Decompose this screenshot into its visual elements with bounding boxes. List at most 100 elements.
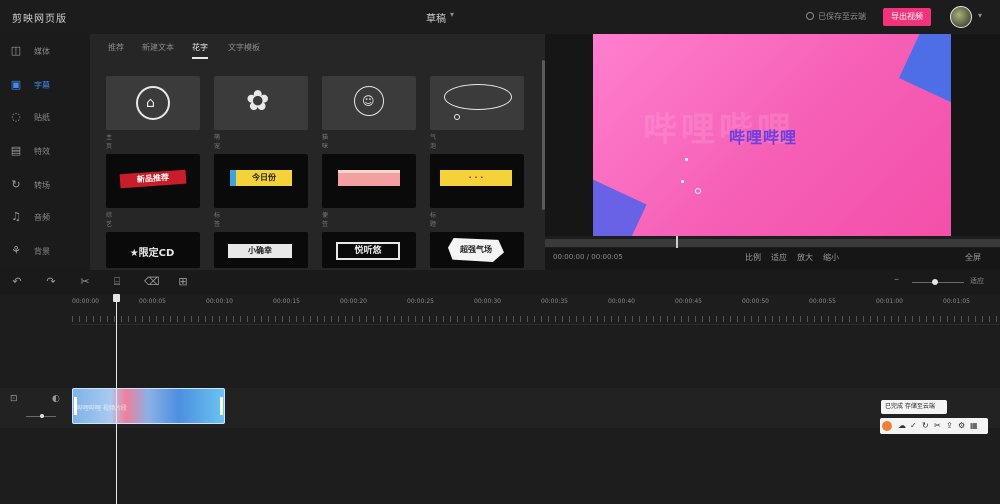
material-card[interactable]: ★限定CD bbox=[106, 232, 200, 268]
card-art-text: 小确幸 bbox=[228, 244, 292, 258]
tab-fancy-text[interactable]: 花字 bbox=[192, 42, 208, 53]
cloud-icon[interactable]: ☁ bbox=[898, 420, 906, 432]
zoom-slider[interactable] bbox=[912, 282, 964, 283]
background-icon: ⚘ bbox=[11, 244, 21, 257]
sidebar-item-effect[interactable]: ▤ 特效 bbox=[0, 136, 90, 166]
grid-icon[interactable]: ▦ bbox=[970, 420, 978, 432]
card-label: 萌宠 bbox=[214, 134, 221, 150]
material-card[interactable]: 悦听悠 bbox=[322, 232, 416, 268]
avatar[interactable] bbox=[950, 6, 972, 28]
tab-new-text[interactable]: 新建文本 bbox=[142, 42, 174, 53]
freeze-icon[interactable]: ⌸ bbox=[110, 275, 124, 289]
canvas-shape-top-right bbox=[899, 34, 951, 104]
scissors-icon[interactable]: ✂ bbox=[934, 420, 941, 432]
check-icon[interactable]: ✓ bbox=[910, 420, 917, 432]
preview-controls: 00:00:00 / 00:00:05 比例 适应 放大 缩小 全屏 bbox=[545, 248, 1000, 270]
sidebar-item-transition[interactable]: ↻ 转场 bbox=[0, 170, 90, 200]
bubble-dot bbox=[454, 114, 460, 120]
material-card[interactable]: ⌂ bbox=[106, 76, 200, 130]
progress-handle[interactable] bbox=[676, 236, 679, 248]
canvas-shape-bottom-left bbox=[593, 174, 647, 236]
card-label: 综艺 bbox=[106, 212, 113, 228]
app-logo-icon bbox=[882, 421, 892, 431]
material-card[interactable]: ☺ bbox=[322, 76, 416, 130]
zoom-in-button[interactable]: 放大 bbox=[797, 252, 813, 263]
undo-icon[interactable]: ↶ bbox=[10, 275, 24, 289]
settings-icon[interactable]: ⚙ bbox=[958, 420, 965, 432]
delete-icon[interactable]: ⌫ bbox=[144, 275, 160, 289]
paw-icon: ✿ bbox=[246, 84, 270, 117]
tooltip: 已完成 存储至云端 bbox=[881, 400, 947, 414]
canvas-title-text[interactable]: 哔哩哔哩 bbox=[729, 124, 797, 148]
canvas-ring bbox=[695, 188, 701, 194]
ruler-tick-label: 00:00:20 bbox=[340, 298, 367, 305]
material-card[interactable]: 新品推荐 bbox=[106, 154, 200, 208]
floating-toolbar: ☁ ✓ ↻ ✂ ⇪ ⚙ ▦ bbox=[880, 418, 988, 434]
ruler-tick-label: 00:00:50 bbox=[742, 298, 769, 305]
share-icon[interactable]: ⇪ bbox=[946, 420, 953, 432]
zoom-out-icon[interactable]: – bbox=[894, 274, 899, 285]
split-icon[interactable]: ✂ bbox=[78, 275, 92, 289]
sidebar-item-label: 音频 bbox=[34, 213, 50, 222]
cloud-icon bbox=[806, 12, 814, 20]
tab-text-template[interactable]: 文字模板 bbox=[228, 42, 260, 53]
tab-recommend[interactable]: 推荐 bbox=[108, 42, 124, 53]
material-card[interactable]: 小确幸 bbox=[214, 232, 308, 268]
sidebar: ◫ 媒体 ▣ 字幕 ◌ 贴纸 ▤ 特效 ↻ 转场 ♫ 音频 ⚘ 背景 bbox=[0, 34, 90, 270]
track-volume-knob[interactable] bbox=[40, 414, 44, 418]
chevron-down-icon[interactable]: ▾ bbox=[450, 10, 454, 19]
fit-button[interactable]: 适应 bbox=[771, 252, 787, 263]
zoom-fit-button[interactable]: 适应 bbox=[970, 276, 984, 286]
project-title[interactable]: 草稿 bbox=[426, 10, 446, 25]
playhead-handle[interactable] bbox=[113, 294, 120, 302]
export-button[interactable]: 导出视频 bbox=[883, 8, 931, 26]
ruler-tick-label: 00:01:00 bbox=[876, 298, 903, 305]
sidebar-item-label: 背景 bbox=[34, 247, 50, 256]
timeline[interactable]: 00:00:00 00:00:05 00:00:10 00:00:15 00:00:20… bbox=[0, 294, 1000, 504]
ratio-button[interactable]: 比例 bbox=[745, 252, 761, 263]
material-card[interactable]: 今日份 bbox=[214, 154, 308, 208]
ruler-tick-label: 00:00:55 bbox=[809, 298, 836, 305]
track-mute-icon[interactable]: ◐ bbox=[52, 394, 60, 404]
preview-progress[interactable] bbox=[545, 236, 1000, 248]
progress-track bbox=[545, 239, 1000, 247]
app-title: 剪映网页版 bbox=[12, 14, 67, 25]
home-glyph: ⌂ bbox=[146, 95, 155, 111]
sidebar-item-media[interactable]: ◫ 媒体 bbox=[0, 36, 90, 66]
timeline-ruler[interactable]: 00:00:00 00:00:05 00:00:10 00:00:15 00:00:20… bbox=[72, 294, 1000, 324]
ruler-tick-label: 00:00:35 bbox=[541, 298, 568, 305]
redo-icon[interactable]: ↷ bbox=[44, 275, 58, 289]
card-label: 便签 bbox=[322, 212, 329, 228]
clip-right-handle[interactable] bbox=[220, 397, 223, 415]
material-card[interactable] bbox=[322, 154, 416, 208]
material-card[interactable] bbox=[430, 76, 524, 130]
canvas-dot bbox=[681, 180, 684, 183]
ruler-tick-label: 00:00:30 bbox=[474, 298, 501, 305]
sticker-icon: ◌ bbox=[11, 110, 21, 123]
zoom-slider-knob[interactable] bbox=[932, 279, 939, 285]
playhead[interactable] bbox=[116, 294, 117, 504]
video-clip[interactable]: 哔哩哔哩 视频片段 bbox=[72, 388, 225, 424]
sidebar-item-text[interactable]: ▣ 字幕 bbox=[0, 70, 90, 100]
sidebar-item-audio[interactable]: ♫ 音频 bbox=[0, 202, 90, 232]
sidebar-item-background[interactable]: ⚘ 背景 bbox=[0, 236, 90, 266]
material-card[interactable]: · · · bbox=[430, 154, 524, 208]
material-panel: 推荐 新建文本 花字 文字模板 ⌂ 主页 ✿ 萌宠 ☺ 猫咪 气泡 新品推荐 综 bbox=[90, 34, 545, 270]
card-label: 猫咪 bbox=[322, 134, 329, 150]
fullscreen-button[interactable]: 全屏 bbox=[965, 252, 981, 263]
crop-icon[interactable]: ⊞ bbox=[176, 275, 190, 289]
empty-track-area[interactable] bbox=[72, 324, 1000, 384]
preview-canvas[interactable]: 哔哩哔哩 哔哩哔哩 bbox=[593, 34, 951, 236]
zoom-out-button[interactable]: 缩小 bbox=[823, 252, 839, 263]
refresh-icon[interactable]: ↻ bbox=[922, 420, 929, 432]
card-art-text: · · · bbox=[440, 170, 512, 186]
track-lock-icon[interactable]: ⊡ bbox=[10, 394, 18, 404]
material-card[interactable]: ✿ bbox=[214, 76, 308, 130]
card-label: 气泡 bbox=[430, 134, 437, 150]
material-card[interactable]: 超强气场 bbox=[430, 232, 524, 268]
chevron-down-icon[interactable]: ▾ bbox=[978, 11, 982, 20]
ruler-tick-label: 00:00:45 bbox=[675, 298, 702, 305]
sidebar-item-sticker[interactable]: ◌ 贴纸 bbox=[0, 102, 90, 132]
top-bar: 剪映网页版 草稿 ▾ 已保存至云端 导出视频 ▾ bbox=[0, 0, 1000, 34]
save-status: 已保存至云端 bbox=[806, 11, 866, 22]
